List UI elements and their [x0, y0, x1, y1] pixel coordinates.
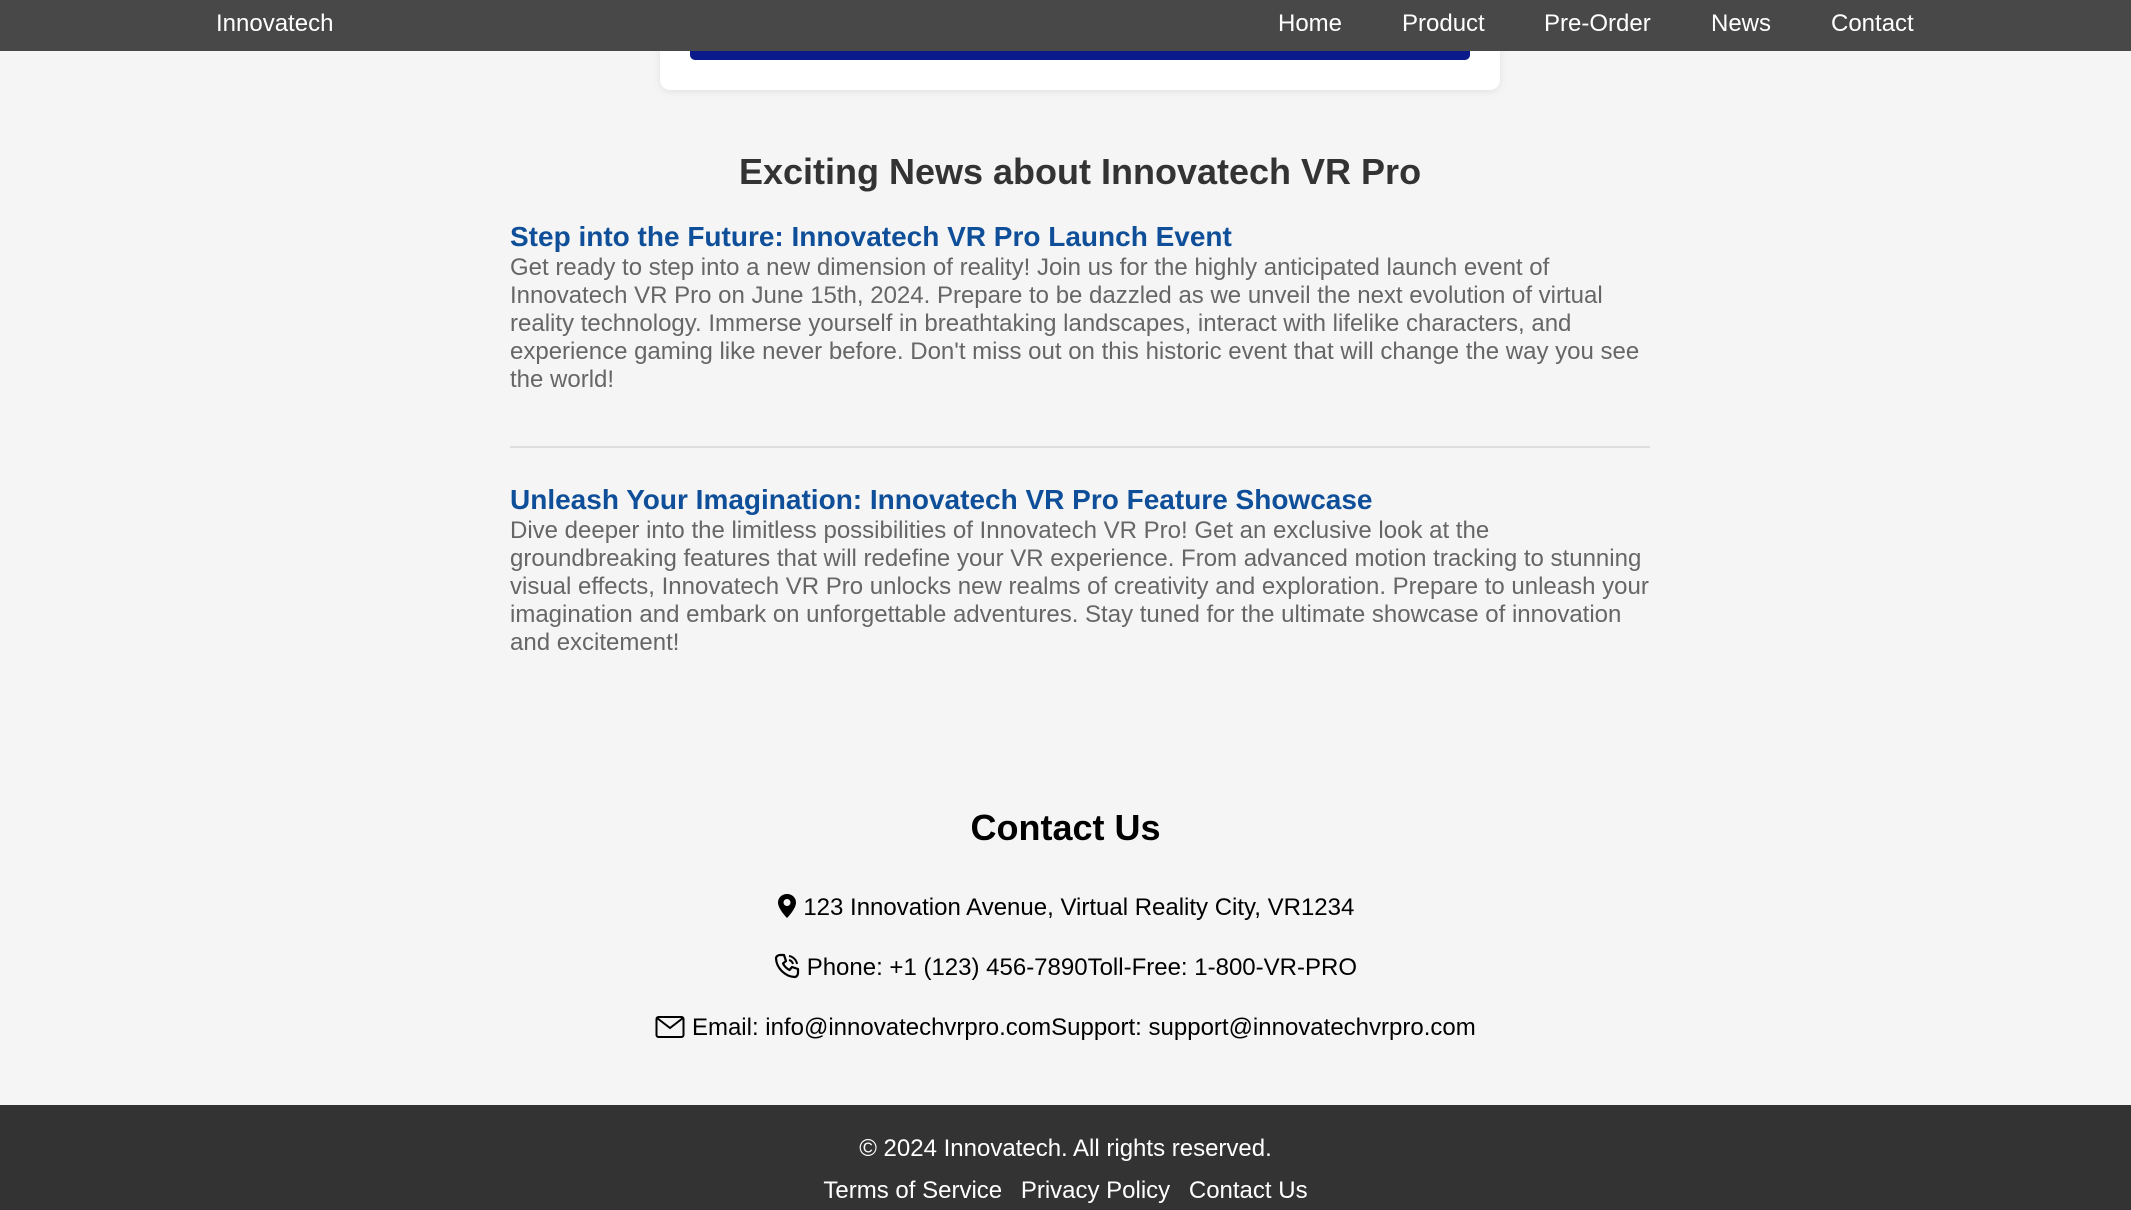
footer-links: Terms of Service Privacy Policy Contact …	[0, 1177, 2131, 1205]
top-navbar: Innovatech Home Product Pre-Order News C…	[0, 0, 2131, 51]
article-title-launch-event: Step into the Future: Innovatech VR Pro …	[510, 221, 1232, 252]
article-title-feature-showcase: Unleash Your Imagination: Innovatech VR …	[510, 484, 1373, 515]
contact-heading: Contact Us	[970, 807, 1161, 848]
contact-support-text: Support: support@innovatechvrpro.com	[1051, 1014, 1476, 1041]
contact-email: Email: info@innovatechvrpro.comSupport: …	[0, 1013, 2131, 1043]
nav-link-product[interactable]: Product	[1402, 10, 1485, 38]
nav-links: Home Product Pre-Order News Contact	[0, 10, 2131, 40]
article-body-launch-event: Get ready to step into a new dimension o…	[510, 254, 1640, 393]
footer: © 2024 Innovatech. All rights reserved. …	[0, 1105, 2131, 1210]
nav-link-home[interactable]: Home	[1278, 10, 1342, 38]
article-divider	[510, 446, 1650, 448]
contact-phone: Phone: +1 (123) 456-7890Toll-Free: 1-800…	[0, 953, 2131, 983]
contact-address: 123 Innovation Avenue, Virtual Reality C…	[0, 893, 2131, 923]
nav-link-contact[interactable]: Contact	[1831, 10, 1914, 38]
news-heading: Exciting News about Innovatech VR Pro	[738, 151, 1422, 192]
footer-link-privacy[interactable]: Privacy Policy	[1021, 1177, 1170, 1204]
nav-link-preorder[interactable]: Pre-Order	[1544, 10, 1651, 38]
phone-icon	[774, 953, 800, 979]
article-body-feature-showcase: Dive deeper into the limitless possibili…	[510, 517, 1649, 656]
contact-phone-text: Phone: +1 (123) 456-7890	[806, 954, 1088, 981]
contact-section: Contact Us 123 Innovation Avenue, Virtua…	[0, 798, 2131, 1041]
contact-tollfree-text: Toll-Free: 1-800-VR-PRO	[1087, 954, 1357, 981]
footer-link-contact[interactable]: Contact Us	[1189, 1177, 1308, 1204]
envelope-icon	[655, 1016, 685, 1038]
map-pin-icon	[777, 894, 796, 918]
contact-email-text: Email: info@innovatechvrpro.com	[691, 1014, 1052, 1041]
footer-copyright: © 2024 Innovatech. All rights reserved.	[859, 1135, 1272, 1162]
footer-link-terms[interactable]: Terms of Service	[823, 1177, 1002, 1204]
news-section: Exciting News about Innovatech VR Pro St…	[510, 148, 1650, 656]
nav-link-news[interactable]: News	[1711, 10, 1771, 38]
contact-address-text: 123 Innovation Avenue, Virtual Reality C…	[803, 894, 1355, 921]
